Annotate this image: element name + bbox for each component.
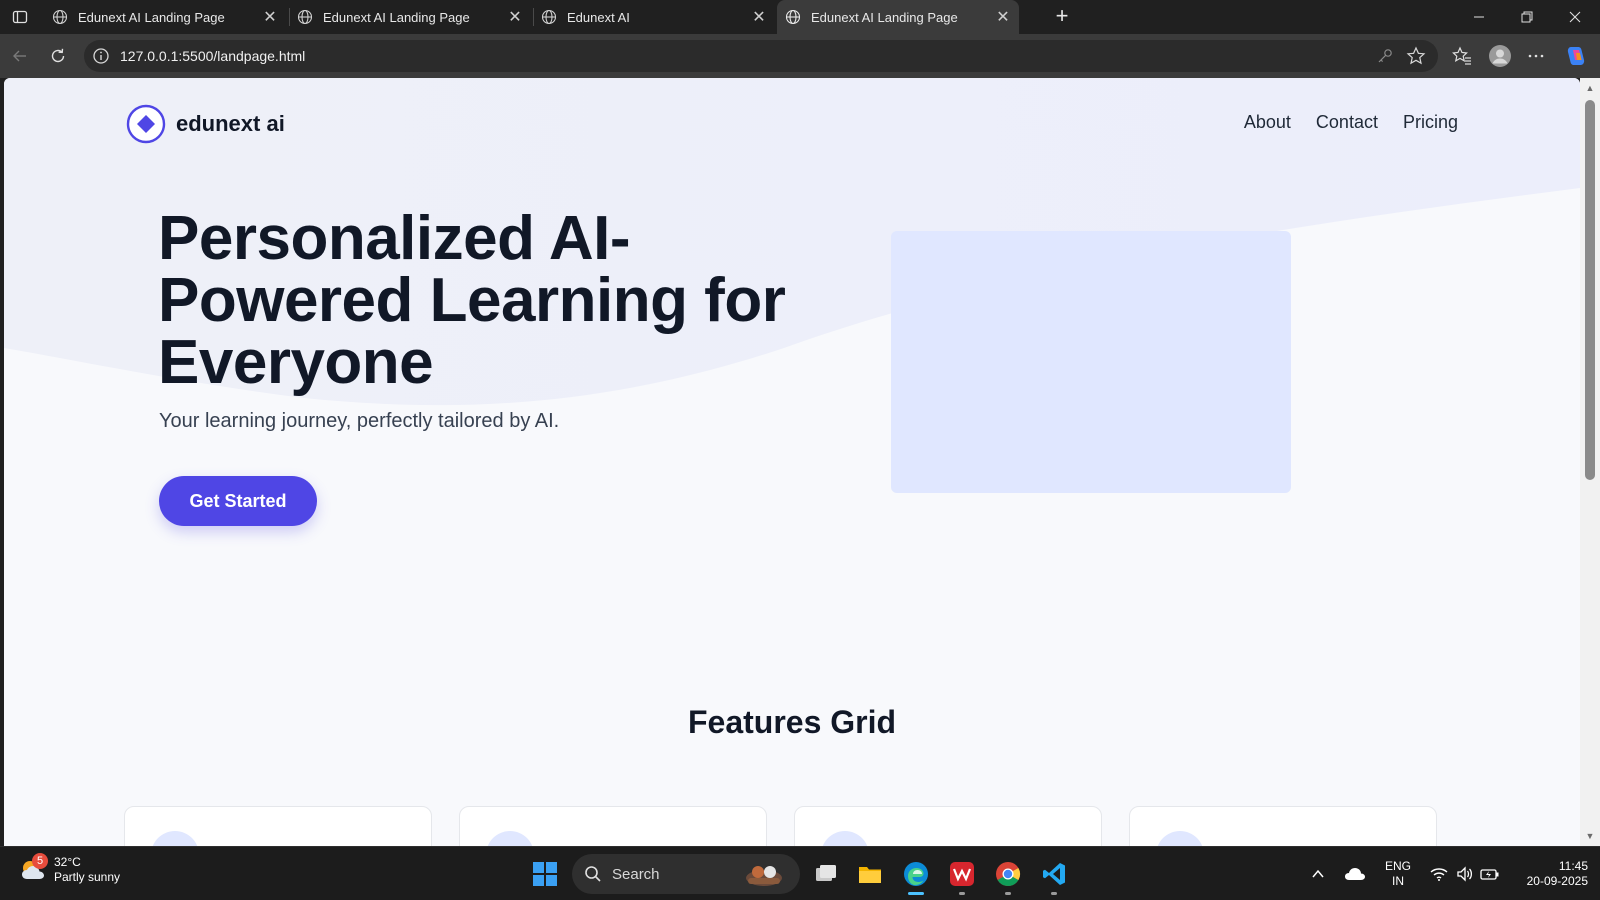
site-info-icon[interactable] (92, 47, 110, 65)
globe-icon (785, 9, 801, 25)
weather-temp: 32°C (54, 855, 81, 869)
scroll-up-icon[interactable]: ▲ (1585, 83, 1595, 93)
feature-icon (486, 831, 534, 846)
running-indicator (1051, 892, 1057, 895)
brand-logo[interactable]: edunext ai (126, 104, 285, 144)
more-options-icon[interactable] (1524, 44, 1548, 68)
clock-time: 11:45 (1558, 859, 1588, 873)
browser-tab[interactable]: Edunext AI Landing Page ✕ (44, 0, 286, 34)
volume-icon[interactable] (1454, 856, 1476, 892)
feature-card[interactable] (1129, 806, 1437, 846)
scrollbar-thumb[interactable] (1585, 100, 1595, 480)
reload-icon[interactable] (46, 44, 70, 68)
tab-strip: Edunext AI Landing Page ✕ Edunext AI Lan… (0, 0, 1600, 34)
page-scrollbar[interactable]: ▲ ▼ (1580, 78, 1600, 846)
search-label: Search (612, 865, 660, 883)
top-nav: About Contact Pricing (1244, 112, 1458, 133)
close-icon[interactable]: ✕ (260, 7, 280, 27)
close-icon[interactable]: ✕ (749, 7, 769, 27)
scroll-down-icon[interactable]: ▼ (1585, 831, 1595, 841)
feature-icon (1156, 831, 1204, 846)
running-indicator (959, 892, 965, 895)
page-viewport: edunext ai About Contact Pricing Persona… (4, 78, 1580, 846)
running-indicator (908, 892, 924, 895)
copilot-icon[interactable] (1564, 44, 1588, 68)
nav-link-about[interactable]: About (1244, 112, 1291, 133)
weather-badge: 5 (32, 853, 48, 869)
system-clock[interactable]: 11:45 20-09-2025 (1527, 859, 1588, 889)
favorites-icon[interactable] (1450, 44, 1474, 68)
file-explorer-icon[interactable] (852, 856, 888, 892)
minimize-icon[interactable] (1456, 0, 1502, 34)
language-code: ENG (1385, 859, 1412, 873)
tab-title: Edunext AI Landing Page (811, 9, 958, 25)
features-heading: Features Grid (687, 704, 897, 740)
onedrive-cloud-icon[interactable] (1342, 856, 1368, 892)
taskbar-search[interactable]: Search (572, 854, 800, 894)
battery-icon[interactable] (1478, 856, 1502, 892)
close-icon[interactable]: ✕ (505, 7, 525, 27)
hero-image-placeholder (891, 231, 1291, 493)
partly-sunny-icon: 5 (18, 853, 48, 885)
tab-actions-icon[interactable] (8, 5, 32, 29)
get-started-button[interactable]: Get Started (159, 476, 317, 526)
globe-icon (52, 9, 68, 25)
edge-icon[interactable] (898, 856, 934, 895)
feature-icon (151, 831, 199, 846)
wps-office-icon[interactable] (944, 856, 980, 895)
show-hidden-icons-icon[interactable] (1308, 856, 1328, 892)
windows-start-icon[interactable] (532, 861, 558, 887)
new-tab-button[interactable]: + (1050, 5, 1074, 29)
feature-card[interactable] (794, 806, 1102, 846)
brand-name: edunext ai (176, 111, 285, 136)
url-text[interactable]: 127.0.0.1:5500/landpage.html (120, 48, 305, 64)
weather-widget[interactable]: 5 32°C Partly sunny (18, 853, 121, 885)
input-language[interactable]: ENG IN (1385, 859, 1411, 889)
hero-subtitle: Your learning journey, perfectly tailore… (159, 410, 560, 432)
address-bar[interactable]: 127.0.0.1:5500/landpage.html (84, 40, 1438, 72)
globe-icon (297, 9, 313, 25)
window-close-icon[interactable] (1552, 0, 1598, 34)
browser-toolbar: 127.0.0.1:5500/landpage.html (0, 34, 1600, 78)
favorite-star-icon[interactable] (1406, 46, 1426, 66)
feature-card[interactable] (124, 806, 432, 846)
close-icon[interactable]: ✕ (993, 7, 1013, 27)
weather-desc: Partly sunny (54, 870, 121, 884)
nav-link-pricing[interactable]: Pricing (1403, 112, 1458, 133)
search-highlight-icon (746, 866, 782, 886)
browser-tab-active[interactable]: Edunext AI Landing Page ✕ (777, 0, 1019, 34)
key-icon[interactable] (1376, 47, 1394, 65)
tab-title: Edunext AI Landing Page (323, 9, 470, 25)
browser-tab[interactable]: Edunext AI Landing Page ✕ (289, 0, 531, 34)
globe-icon (541, 9, 557, 25)
back-icon[interactable] (8, 44, 32, 68)
logo-diamond-icon (126, 104, 166, 144)
feature-icon (821, 831, 869, 846)
region-code: IN (1392, 874, 1404, 888)
wifi-icon[interactable] (1428, 856, 1450, 892)
windows-taskbar: 5 32°C Partly sunny Search ENG IN 11:45 … (0, 846, 1600, 900)
hero-title: Personalized AI-Powered Learning for Eve… (158, 204, 786, 397)
nav-link-contact[interactable]: Contact (1316, 112, 1378, 133)
profile-avatar-icon[interactable] (1488, 44, 1512, 68)
clock-date: 20-09-2025 (1526, 874, 1588, 888)
search-icon (585, 866, 601, 882)
tab-title: Edunext AI Landing Page (78, 9, 225, 25)
task-view-icon[interactable] (808, 856, 844, 892)
tab-title: Edunext AI (567, 9, 630, 25)
feature-card[interactable] (459, 806, 767, 846)
chrome-icon[interactable] (990, 856, 1026, 895)
restore-icon[interactable] (1504, 0, 1550, 34)
vscode-icon[interactable] (1036, 856, 1072, 895)
running-indicator (1005, 892, 1011, 895)
browser-tab[interactable]: Edunext AI ✕ (533, 0, 775, 34)
